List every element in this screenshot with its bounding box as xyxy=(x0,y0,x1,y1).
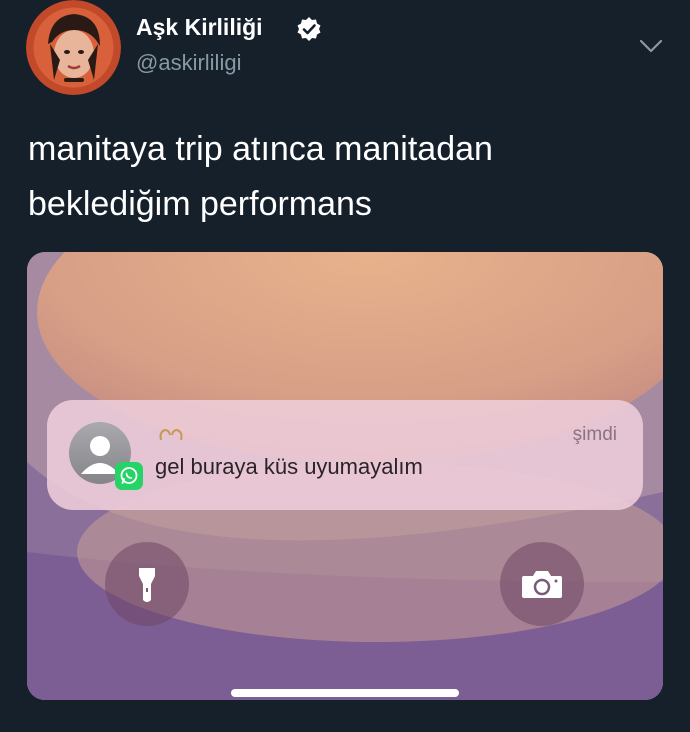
notification-message: gel buraya küs uyumayalım xyxy=(155,454,423,479)
notification-time: şimdi xyxy=(572,424,617,445)
tweet: Aşk Kirliliği @askirliligi manitaya trip… xyxy=(0,0,690,732)
author-name[interactable]: Aşk Kirliliği xyxy=(136,14,263,41)
tweet-text-line: manitaya trip atınca manitadan xyxy=(28,130,493,168)
verified-badge-icon xyxy=(296,16,322,42)
author-avatar[interactable] xyxy=(26,0,121,95)
camera-icon xyxy=(522,571,562,598)
chevron-down-icon[interactable] xyxy=(636,34,666,58)
home-indicator[interactable] xyxy=(231,689,459,697)
flashlight-icon xyxy=(139,568,155,602)
heart-hands-emoji-icon xyxy=(157,426,185,444)
tweet-media-image[interactable]: şimdi gel buraya küs uyumayalım xyxy=(27,252,663,700)
whatsapp-icon xyxy=(115,462,143,490)
tweet-text-line: beklediğim performans xyxy=(28,185,372,223)
tweet-text: manitaya trip atınca manitadan beklediği… xyxy=(28,122,648,232)
lockscreen-notification[interactable]: şimdi gel buraya küs uyumayalım xyxy=(47,400,643,510)
camera-button[interactable] xyxy=(500,542,584,626)
author-handle[interactable]: @askirliligi xyxy=(136,50,241,76)
flashlight-button[interactable] xyxy=(105,542,189,626)
